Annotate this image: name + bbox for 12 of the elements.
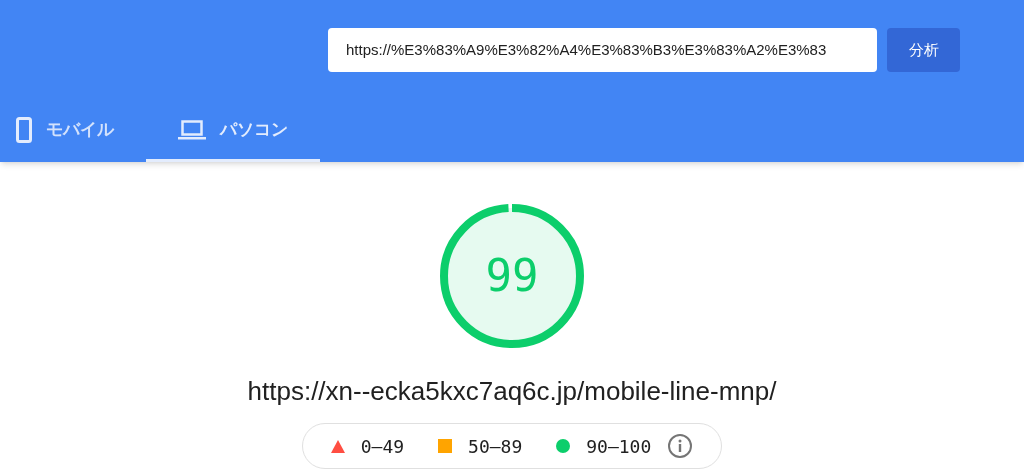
phone-icon: [16, 116, 32, 143]
url-field[interactable]: https://%E3%83%A9%E3%82%A4%E3%83%B3%E3%83%A2%E3%83: [328, 28, 877, 72]
legend-label: 0–49: [360, 434, 405, 459]
laptop-icon: [178, 119, 206, 140]
page-url: https://xn--ecka5kxc7aq6c.jp/mobile-line-mnp/: [247, 375, 777, 408]
legend-label: 50–89: [468, 434, 523, 459]
info-icon[interactable]: [667, 433, 694, 459]
tab[interactable]: パソコン: [146, 100, 320, 162]
score-value: 99: [484, 249, 540, 303]
analyze-button[interactable]: 分析: [887, 28, 960, 72]
tab[interactable]: モバイル: [0, 100, 146, 162]
legend-label: 90–100: [586, 434, 652, 459]
